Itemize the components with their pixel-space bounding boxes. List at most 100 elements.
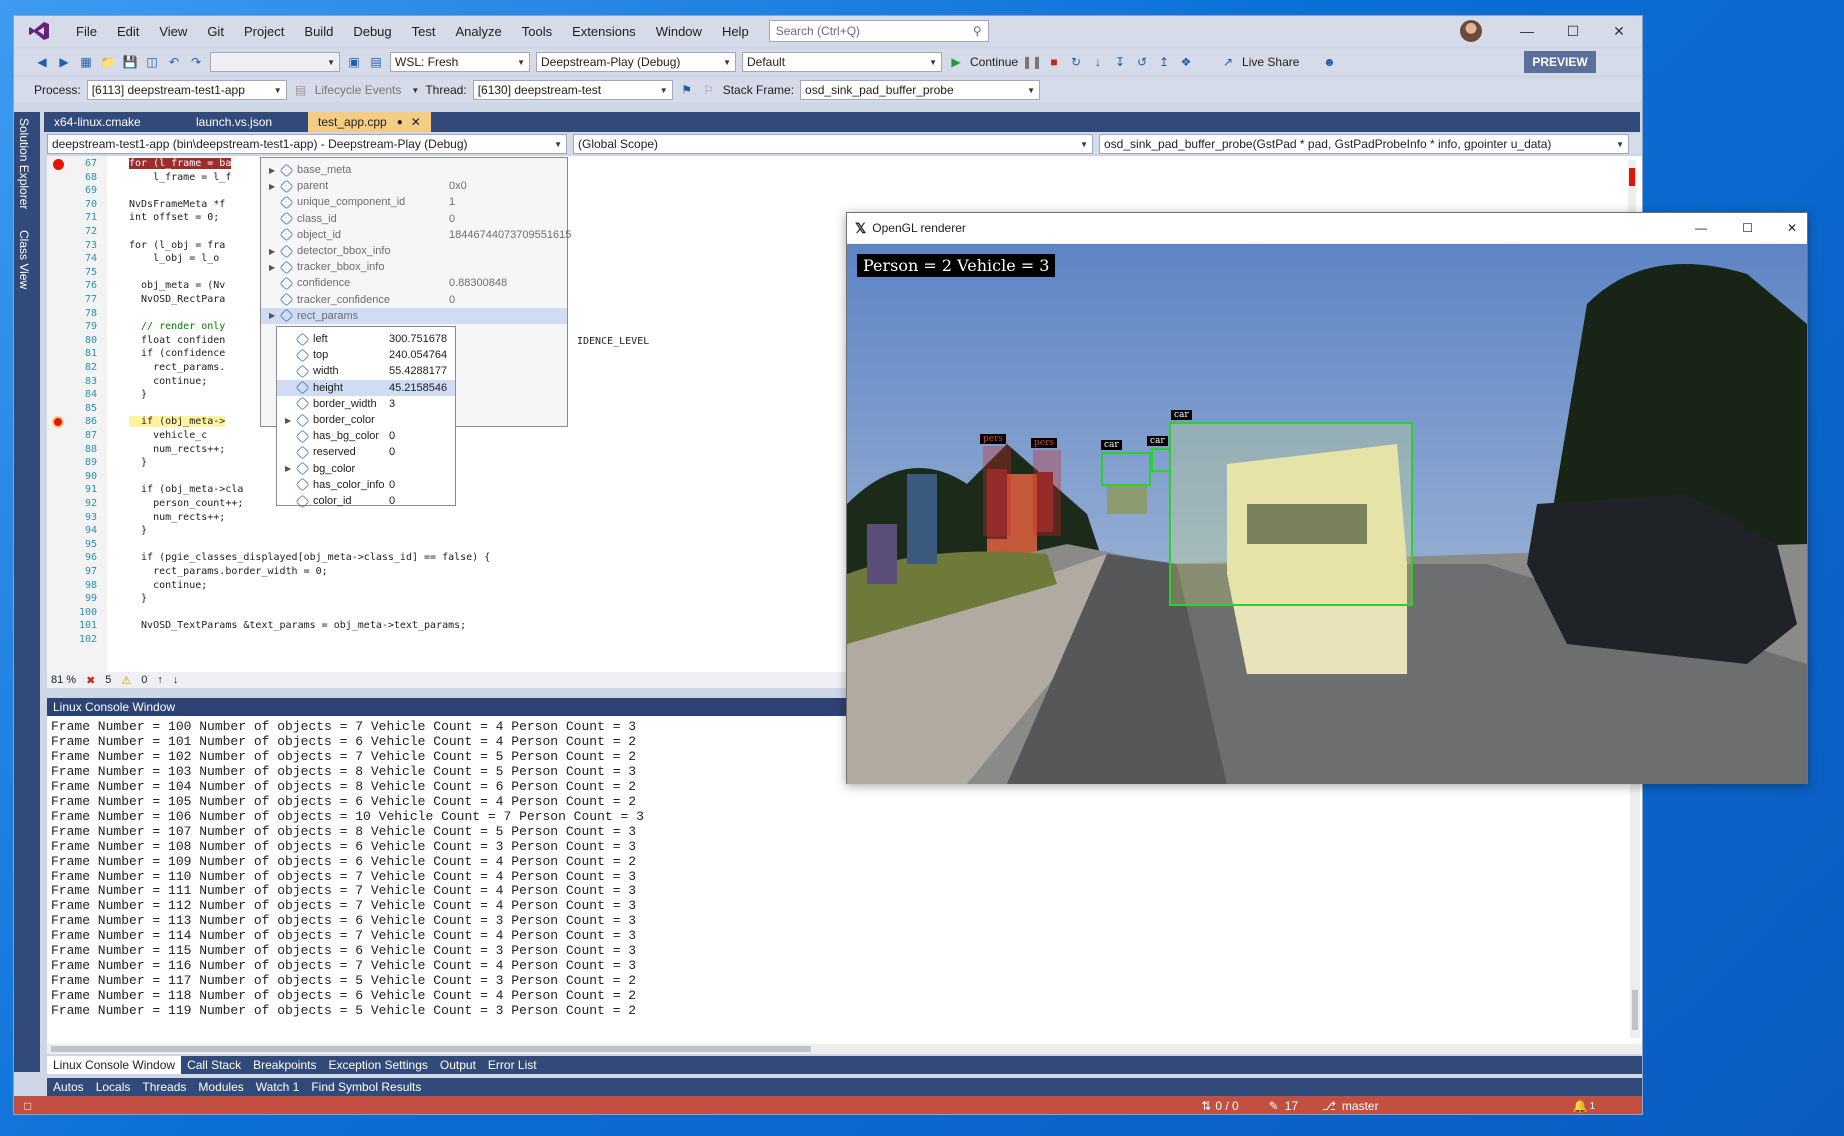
platform-combo[interactable]: Default ▼ xyxy=(742,52,942,72)
branch-name[interactable]: master xyxy=(1342,1099,1379,1113)
datatip-row[interactable]: ▶ parent 0x0 xyxy=(261,178,567,194)
live-share-icon[interactable]: ↗ xyxy=(1220,54,1236,70)
menu-help[interactable]: Help xyxy=(712,24,759,39)
datatip-row[interactable]: has_color_info 0 xyxy=(277,477,455,493)
renderer-close-icon[interactable]: ✕ xyxy=(1787,221,1797,235)
open-folder-icon[interactable]: 📁 xyxy=(100,54,116,70)
continue-icon[interactable]: ▶ xyxy=(948,54,964,70)
git-changes-icon[interactable]: ⇅ xyxy=(1201,1099,1211,1113)
targets-icon[interactable]: ▣ xyxy=(346,54,362,70)
close-icon[interactable]: ✕ xyxy=(1596,16,1642,46)
undo-icon[interactable]: ↶ xyxy=(166,54,182,70)
hot-reload-icon[interactable]: ❖ xyxy=(1178,54,1194,70)
opengl-renderer-window[interactable]: 𝕏 OpenGL renderer — ☐ ✕ Person = 2 Vehic… xyxy=(846,212,1808,784)
tab-launch-vs-json[interactable]: launch.vs.json xyxy=(186,112,306,132)
feedback-icon[interactable]: ☻ xyxy=(1321,54,1337,70)
menu-test[interactable]: Test xyxy=(402,24,446,39)
datatip-row[interactable]: unique_component_id 1 xyxy=(261,194,567,210)
expand-chevron-icon[interactable]: ▶ xyxy=(269,263,275,272)
datatip-row[interactable]: height 45.2158546 xyxy=(277,379,455,396)
datatip-row[interactable]: reserved 0 xyxy=(277,444,455,460)
datatip-row[interactable]: has_bg_color 0 xyxy=(277,428,455,444)
datatip-row[interactable]: width 55.4288177 xyxy=(277,363,455,379)
stop-icon[interactable]: ■ xyxy=(1046,54,1062,70)
tab-exception-settings[interactable]: Exception Settings xyxy=(322,1056,433,1074)
scope-combo[interactable]: (Global Scope) ▼ xyxy=(573,134,1093,154)
menu-tools[interactable]: Tools xyxy=(512,24,562,39)
pause-icon[interactable]: ❚❚ xyxy=(1022,54,1042,70)
tab-breakpoints[interactable]: Breakpoints xyxy=(247,1056,322,1074)
next-issue-icon[interactable]: ↓ xyxy=(173,674,179,686)
step-out-icon[interactable]: ↥ xyxy=(1156,54,1172,70)
close-tab-icon[interactable]: ✕ xyxy=(411,115,421,129)
error-icon[interactable]: ✖ xyxy=(86,674,95,687)
branch-icon[interactable]: ⎇ xyxy=(1322,1099,1336,1113)
datatip-row[interactable]: left 300.751678 xyxy=(277,331,455,347)
datatip-row[interactable]: ▶ detector_bbox_info xyxy=(261,243,567,259)
stack-frame-combo[interactable]: osd_sink_pad_buffer_probe ▼ xyxy=(800,80,1041,100)
solution-config-combo[interactable]: ▼ xyxy=(210,52,340,72)
message-icon[interactable]: □ xyxy=(24,1099,31,1113)
menu-file[interactable]: File xyxy=(66,24,107,39)
redo-icon[interactable]: ↷ xyxy=(188,54,204,70)
restart-icon[interactable]: ↻ xyxy=(1068,54,1084,70)
datatip-row[interactable]: top 240.054764 xyxy=(277,347,455,363)
solution-explorer-tab[interactable]: Solution Explorer xyxy=(17,118,31,209)
flag-icon[interactable]: ⚑ xyxy=(679,82,695,98)
menu-analyze[interactable]: Analyze xyxy=(445,24,511,39)
menu-debug[interactable]: Debug xyxy=(343,24,401,39)
tab-call-stack[interactable]: Call Stack xyxy=(181,1056,247,1074)
save-all-icon[interactable]: ◫ xyxy=(144,54,160,70)
expand-chevron-icon[interactable]: ▶ xyxy=(269,247,275,256)
datatip-row[interactable]: tracker_confidence 0 xyxy=(261,292,567,308)
menu-project[interactable]: Project xyxy=(234,24,294,39)
renderer-maximize-icon[interactable]: ☐ xyxy=(1742,221,1753,235)
datatip-row[interactable]: color_id 0 xyxy=(277,493,455,509)
continue-button[interactable]: Continue xyxy=(970,55,1018,69)
expand-chevron-icon[interactable]: ▶ xyxy=(269,166,275,175)
search-input[interactable]: Search (Ctrl+Q) ⚲ xyxy=(768,20,989,42)
menu-git[interactable]: Git xyxy=(197,24,234,39)
datatip-row[interactable]: border_width 3 xyxy=(277,396,455,412)
menu-edit[interactable]: Edit xyxy=(107,24,149,39)
edits-count[interactable]: 17 xyxy=(1285,1099,1298,1113)
tab-linux-console[interactable]: Linux Console Window xyxy=(47,1056,182,1074)
new-project-icon[interactable]: ▦ xyxy=(78,54,94,70)
datatip-row[interactable]: ▶ tracker_bbox_info xyxy=(261,259,567,275)
pencil-icon[interactable]: ✎ xyxy=(1269,1099,1279,1113)
avatar[interactable] xyxy=(1460,20,1482,42)
expand-chevron-icon[interactable]: ▶ xyxy=(285,464,291,473)
process-combo[interactable]: [6113] deepstream-test1-app ▼ xyxy=(86,80,287,100)
function-combo[interactable]: osd_sink_pad_buffer_probe(GstPad * pad, … xyxy=(1099,134,1629,154)
console-hscroll[interactable] xyxy=(47,1044,1642,1054)
menu-view[interactable]: View xyxy=(149,24,197,39)
step-back-icon[interactable]: ↺ xyxy=(1134,54,1150,70)
pin-icon[interactable]: ● xyxy=(397,117,403,128)
expand-chevron-icon[interactable]: ▶ xyxy=(269,182,275,191)
menu-extensions[interactable]: Extensions xyxy=(562,24,646,39)
renderer-titlebar[interactable]: 𝕏 OpenGL renderer — ☐ ✕ xyxy=(847,213,1807,243)
save-icon[interactable]: 💾 xyxy=(122,54,138,70)
breakpoint-icon[interactable] xyxy=(53,159,64,170)
tab-error-list[interactable]: Error List xyxy=(482,1056,543,1074)
tab-x64-linux-cmake[interactable]: x64-linux.cmake xyxy=(44,112,184,132)
git-changes-count[interactable]: 0 / 0 xyxy=(1215,1099,1238,1113)
prev-issue-icon[interactable]: ↑ xyxy=(157,674,163,686)
startup-config-combo[interactable]: Deepstream-Play (Debug) ▼ xyxy=(536,52,736,72)
datatip-rect-params[interactable]: left 300.751678 top 240.054764 width 55.42881… xyxy=(276,326,456,509)
back-icon[interactable]: ◀ xyxy=(34,54,50,70)
zoom-level[interactable]: 81 % xyxy=(51,674,76,686)
forward-icon[interactable]: ▶ xyxy=(56,54,72,70)
step-into-icon[interactable]: ↧ xyxy=(1112,54,1128,70)
menu-window[interactable]: Window xyxy=(646,24,712,39)
notifications-icon[interactable]: 🔔 xyxy=(1573,1099,1588,1113)
class-view-tab[interactable]: Class View xyxy=(17,230,31,289)
datatip-row[interactable]: ▶ base_meta xyxy=(261,162,567,178)
wsl-target-combo[interactable]: WSL: Fresh ▼ xyxy=(390,52,530,72)
datatip-row[interactable]: ▶ border_color xyxy=(277,412,455,428)
target-system-icon[interactable]: ▤ xyxy=(368,54,384,70)
warning-icon[interactable]: ⚠ xyxy=(121,674,131,687)
maximize-icon[interactable]: ☐ xyxy=(1550,16,1596,46)
expand-chevron-icon[interactable]: ▶ xyxy=(269,311,275,320)
renderer-minimize-icon[interactable]: — xyxy=(1695,221,1707,235)
